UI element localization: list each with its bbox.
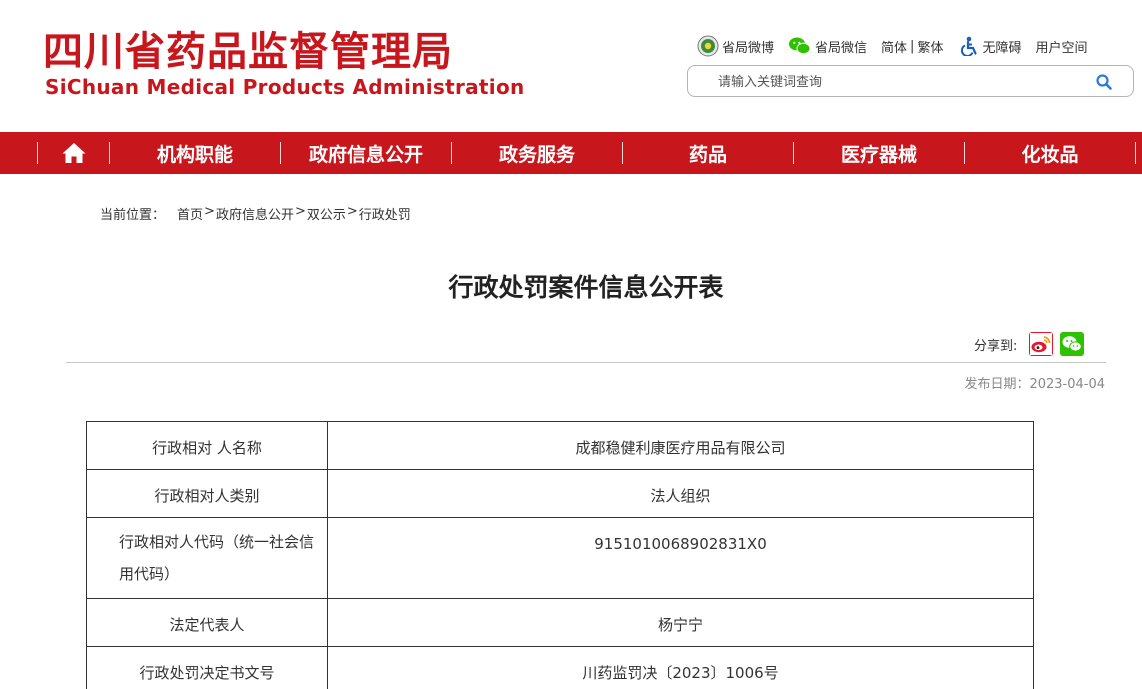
nav-item-org-functions[interactable]: 机构职能: [110, 132, 280, 174]
table-row: 行政相对人类别 法人组织: [86, 469, 1034, 518]
accessibility-label: 无障碍: [982, 40, 1022, 56]
top-links: 省局微博 省局微信 简体 | 繁体 无障碍 用户空间: [697, 34, 1101, 58]
search-box: [687, 65, 1134, 97]
breadcrumb-dual-publicity[interactable]: 双公示: [307, 204, 346, 223]
weibo-link[interactable]: 省局微博: [697, 35, 774, 57]
row-value: 法人组织: [327, 469, 1034, 518]
row-value: 杨宁宁: [327, 598, 1034, 647]
table-row: 行政相对 人名称 成都稳健利康医疗用品有限公司: [86, 421, 1034, 470]
publish-date: 发布日期：2023-04-04: [964, 377, 1105, 392]
wechat-label: 省局微信: [815, 40, 868, 56]
wechat-icon: [789, 37, 811, 55]
breadcrumb-label: 当前位置：: [100, 208, 166, 223]
row-value: 成都稳健利康医疗用品有限公司: [327, 421, 1034, 470]
share-weibo-button[interactable]: [1029, 332, 1054, 356]
accessibility-icon: [961, 36, 978, 56]
home-icon: [62, 143, 85, 163]
simplified-link[interactable]: 简体: [881, 37, 907, 56]
breadcrumb-gov-info[interactable]: 政府信息公开: [216, 204, 294, 223]
row-key: 行政相对 人名称: [86, 421, 328, 470]
row-key: 行政相对人代码（统一社会信用代码）: [86, 517, 328, 599]
table-row: 行政相对人代码（统一社会信用代码） 9151010068902831X0: [86, 517, 1034, 599]
penalty-info-table: 行政相对 人名称 成都稳健利康医疗用品有限公司 行政相对人类别 法人组织 行政相…: [86, 421, 1034, 689]
wechat-share-icon: [1062, 336, 1083, 352]
nav-item-gov-services[interactable]: 政务服务: [452, 132, 622, 174]
title-divider: [66, 362, 1106, 363]
table-row: 法定代表人 杨宁宁: [86, 598, 1034, 647]
accessibility-link[interactable]: 无障碍: [961, 36, 1021, 56]
breadcrumb-separator: >: [294, 204, 306, 219]
share-label: 分享到:: [974, 338, 1018, 354]
weibo-label: 省局微博: [722, 40, 775, 56]
nav-home[interactable]: [38, 132, 109, 174]
row-key: 法定代表人: [86, 598, 328, 647]
site-header: 四川省药品监督管理局 SiChuan Medical Products Admi…: [0, 0, 1142, 132]
row-value: 9151010068902831X0: [327, 517, 1034, 599]
breadcrumb-admin-penalty[interactable]: 行政处罚: [359, 204, 411, 223]
nav-item-cosmetics[interactable]: 化妆品: [965, 132, 1135, 174]
user-space-label: 用户空间: [1035, 40, 1088, 56]
nav-separator: [1135, 142, 1136, 164]
search-icon[interactable]: [1095, 73, 1113, 91]
nav-item-medical-devices[interactable]: 医疗器械: [794, 132, 964, 174]
row-key: 行政处罚决定书文号: [86, 646, 328, 689]
traditional-link[interactable]: 繁体: [917, 37, 943, 56]
nav-item-drugs[interactable]: 药品: [623, 132, 793, 174]
article-title-wrap: 行政处罚案件信息公开表: [0, 268, 1142, 304]
weibo-round-icon: [697, 35, 719, 57]
main-nav: 机构职能 政府信息公开 政务服务 药品 医疗器械 化妆品: [0, 132, 1142, 174]
weibo-icon: [1030, 333, 1053, 355]
row-key: 行政相对人类别: [86, 469, 328, 518]
user-space-link[interactable]: 用户空间: [1035, 37, 1087, 56]
site-logo-cn[interactable]: 四川省药品监督管理局: [43, 30, 453, 74]
nav-item-gov-info[interactable]: 政府信息公开: [281, 132, 451, 174]
language-divider: |: [910, 38, 915, 54]
page-title: 行政处罚案件信息公开表: [448, 273, 724, 302]
search-input[interactable]: [718, 72, 1078, 92]
site-logo-en[interactable]: SiChuan Medical Products Administration: [45, 76, 525, 98]
row-value: 川药监罚决〔2023〕1006号: [327, 646, 1034, 689]
breadcrumb-separator: >: [346, 204, 358, 219]
breadcrumb-separator: >: [204, 204, 215, 219]
breadcrumb: 当前位置： 首页 > 政府信息公开 > 双公示 > 行政处罚: [100, 204, 411, 223]
breadcrumb-home[interactable]: 首页: [177, 204, 203, 223]
share-bar: 分享到:: [974, 331, 1091, 357]
wechat-link[interactable]: 省局微信: [788, 36, 867, 56]
language-switch: 简体 | 繁体: [881, 37, 943, 56]
table-row: 行政处罚决定书文号 川药监罚决〔2023〕1006号: [86, 646, 1034, 689]
share-wechat-button[interactable]: [1060, 332, 1085, 356]
